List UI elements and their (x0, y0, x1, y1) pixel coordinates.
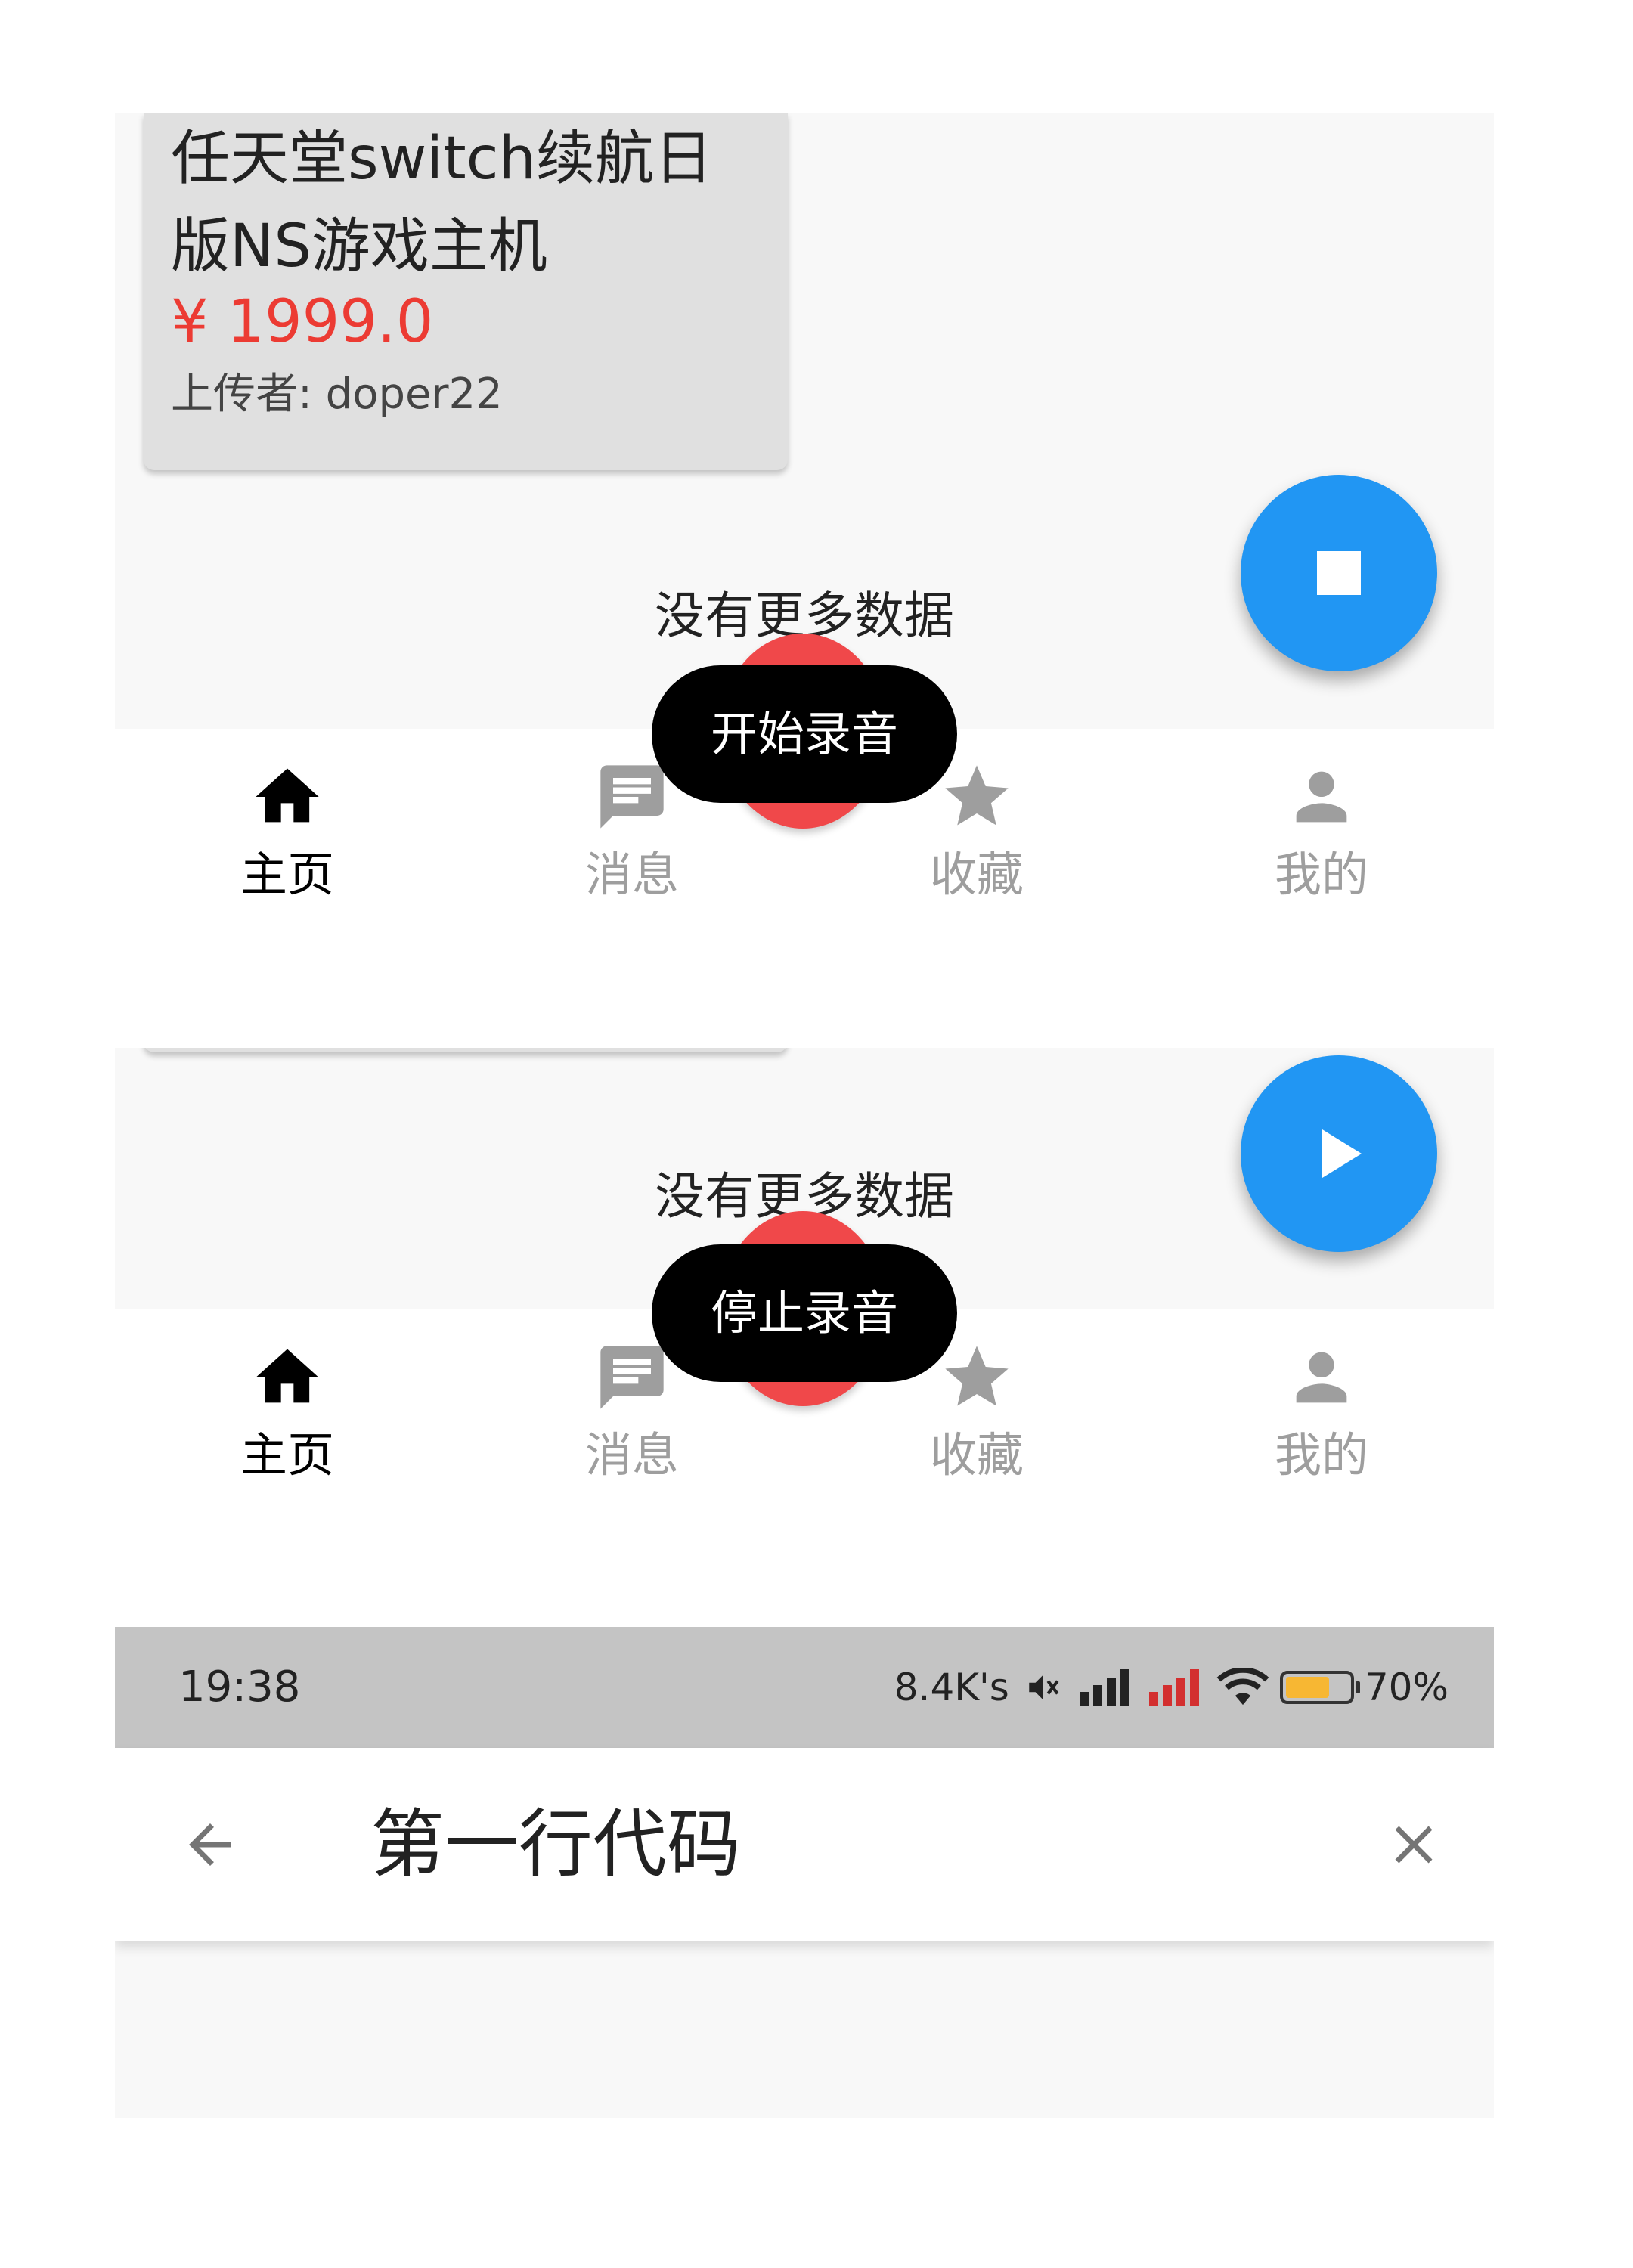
battery-percent: 70% (1364, 1665, 1449, 1709)
home-icon (256, 768, 319, 823)
person-icon (1296, 771, 1347, 823)
product-card-bottom-edge (144, 1048, 788, 1052)
stop-button[interactable] (1241, 475, 1437, 671)
play-button[interactable] (1241, 1055, 1437, 1252)
stop-icon (1317, 551, 1361, 595)
network-speed: 8.4K's (894, 1665, 1009, 1709)
signal-weak-icon (1148, 1669, 1199, 1706)
nav-label: 我的 (1274, 1427, 1368, 1483)
nav-label: 消息 (584, 1427, 679, 1483)
home-icon (256, 1349, 319, 1403)
person-icon (1296, 1352, 1347, 1403)
app-toolbar: 第一行代码 (115, 1748, 1494, 1941)
product-uploader: 上传者: doper22 (171, 370, 503, 419)
message-icon (600, 1346, 664, 1409)
nav-label: 收藏 (929, 847, 1024, 902)
star-icon (945, 1346, 1009, 1406)
bottom-panel: 19:38 8.4K's 70% 第一行代码 (115, 1627, 1494, 2118)
nav-label: 我的 (1274, 847, 1368, 902)
product-price: ¥ 1999.0 (171, 288, 434, 356)
nav-item-home[interactable]: 主页 (115, 1309, 460, 1517)
star-icon (945, 765, 1009, 826)
nav-item-profile[interactable]: 我的 (1149, 1309, 1494, 1517)
toast-start-recording: 开始录音 (652, 665, 957, 803)
wifi-icon (1216, 1668, 1269, 1706)
nav-label: 收藏 (929, 1427, 1024, 1483)
product-card[interactable]: 任天堂switch续航日 版NS游戏主机 ¥ 1999.0 上传者: doper… (144, 113, 788, 470)
mute-icon (1029, 1675, 1059, 1700)
nav-item-profile[interactable]: 我的 (1149, 729, 1494, 930)
nav-label: 主页 (240, 847, 334, 902)
top-panel: 任天堂switch续航日 版NS游戏主机 ¥ 1999.0 上传者: doper… (115, 113, 1494, 930)
play-icon (1322, 1129, 1362, 1178)
middle-panel: 没有更多数据 主页 消息 收藏 我的 停止录音 (115, 1048, 1494, 1517)
signal-icon (1079, 1669, 1129, 1706)
status-bar: 19:38 8.4K's 70% (115, 1627, 1494, 1748)
page-title: 第一行代码 (370, 1802, 742, 1888)
battery-level (1285, 1677, 1330, 1698)
nav-item-home[interactable]: 主页 (115, 729, 460, 930)
status-time: 19:38 (178, 1662, 301, 1712)
message-icon (600, 765, 664, 829)
toast-stop-recording: 停止录音 (652, 1244, 957, 1382)
arrow-back-icon[interactable] (178, 1813, 242, 1876)
close-icon[interactable] (1382, 1813, 1446, 1876)
status-icons: 8.4K's 70% (894, 1627, 1449, 1748)
product-title: 任天堂switch续航日 版NS游戏主机 (171, 125, 714, 280)
nav-label: 主页 (240, 1427, 334, 1483)
nav-label: 消息 (584, 847, 679, 902)
content-area (115, 1941, 1494, 2118)
battery-icon (1279, 1671, 1360, 1704)
